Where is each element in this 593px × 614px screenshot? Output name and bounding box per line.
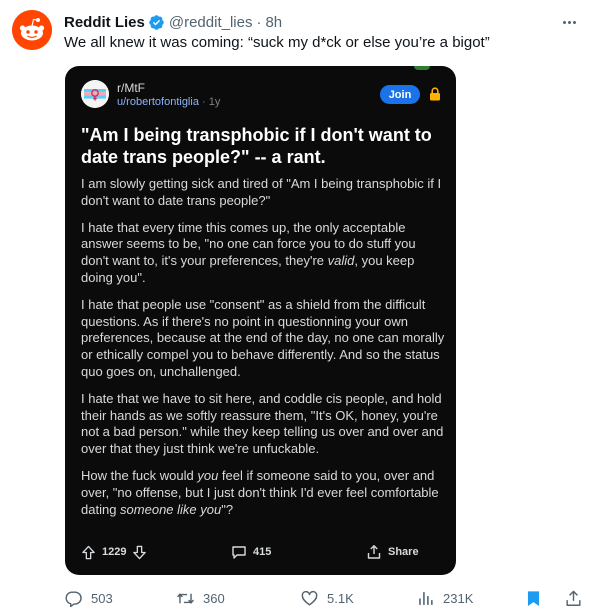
emphasis-text: you xyxy=(197,467,219,483)
separator-dot: · xyxy=(256,13,262,31)
tweet-action-bar: 503 360 5.1K 231K xyxy=(64,587,584,609)
more-options-icon[interactable] xyxy=(559,12,579,32)
post-meta: u/robertofontiglia · 1y xyxy=(117,96,220,108)
lock-icon xyxy=(429,87,441,101)
retweet-count: 360 xyxy=(203,590,225,606)
paragraph-text: "? xyxy=(221,501,234,517)
reply-icon xyxy=(65,590,82,607)
paragraph-text: I hate that we have to sit here, and cod… xyxy=(81,390,444,457)
downvote-icon[interactable] xyxy=(132,545,147,560)
comment-icon[interactable] xyxy=(231,544,247,560)
paragraph-text: I hate that people use "consent" as a sh… xyxy=(81,296,445,379)
embedded-reddit-post[interactable]: r/MtF u/robertofontiglia · 1y Join "Am I… xyxy=(65,66,456,575)
comments-group[interactable]: 415 xyxy=(231,542,271,562)
heart-icon xyxy=(301,590,318,606)
post-paragraph: I hate that people use "consent" as a sh… xyxy=(81,297,447,381)
upvote-icon[interactable] xyxy=(81,545,96,560)
verified-badge-icon[interactable] xyxy=(148,14,165,31)
vote-group: 1229 xyxy=(81,542,147,562)
post-age: · 1y xyxy=(202,96,221,108)
view-count: 231K xyxy=(443,590,474,606)
post-paragraph: I am slowly getting sick and tired of "A… xyxy=(81,176,447,210)
share-tweet-button[interactable] xyxy=(564,587,583,609)
share-button[interactable]: Share xyxy=(366,542,419,562)
share-label: Share xyxy=(388,546,419,558)
tweet-time[interactable]: 8h xyxy=(265,14,282,31)
post-paragraph: I hate that we have to sit here, and cod… xyxy=(81,391,447,458)
upvote-count: 1229 xyxy=(102,546,127,558)
post-actions: 1229 415 Share xyxy=(81,542,441,562)
tweet-header: Reddit Lies @reddit_lies · 8h xyxy=(64,12,282,32)
tweet-text: We all knew it was coming: “suck my d*ck… xyxy=(64,34,490,51)
post-author[interactable]: u/robertofontiglia xyxy=(117,96,199,108)
emphasis-text: valid xyxy=(327,253,355,269)
views-icon xyxy=(419,591,433,605)
decorative-strip xyxy=(414,66,430,70)
share-arrow-icon xyxy=(566,590,581,606)
author-name[interactable]: Reddit Lies xyxy=(64,14,145,31)
views-button[interactable]: 231K xyxy=(416,587,473,609)
retweet-icon xyxy=(177,592,194,604)
join-button[interactable]: Join xyxy=(380,85,420,104)
reply-button[interactable]: 503 xyxy=(64,587,113,609)
subreddit-name[interactable]: r/MtF xyxy=(117,81,145,95)
post-paragraph: I hate that every time this comes up, th… xyxy=(81,220,447,287)
emphasis-text: someone like you xyxy=(120,501,222,517)
comment-count: 415 xyxy=(253,546,272,558)
bookmark-icon xyxy=(527,590,540,606)
reply-count: 503 xyxy=(91,590,113,606)
share-icon xyxy=(367,545,381,559)
like-button[interactable]: 5.1K xyxy=(300,587,354,609)
post-body: I am slowly getting sick and tired of "A… xyxy=(81,176,447,528)
author-handle[interactable]: @reddit_lies xyxy=(169,14,253,31)
post-title[interactable]: "Am I being transphobic if I don't want … xyxy=(81,124,441,168)
tweet: Reddit Lies @reddit_lies · 8h We all kne… xyxy=(0,0,593,614)
paragraph-text: How the fuck would xyxy=(81,467,198,483)
post-paragraph: How the fuck would you feel if someone s… xyxy=(81,468,447,518)
reddit-logo-icon[interactable] xyxy=(12,10,52,50)
bookmark-button[interactable] xyxy=(524,587,543,609)
paragraph-text: I am slowly getting sick and tired of "A… xyxy=(81,176,442,208)
like-count: 5.1K xyxy=(327,590,354,606)
retweet-button[interactable]: 360 xyxy=(176,587,225,609)
subreddit-icon[interactable] xyxy=(81,80,109,108)
